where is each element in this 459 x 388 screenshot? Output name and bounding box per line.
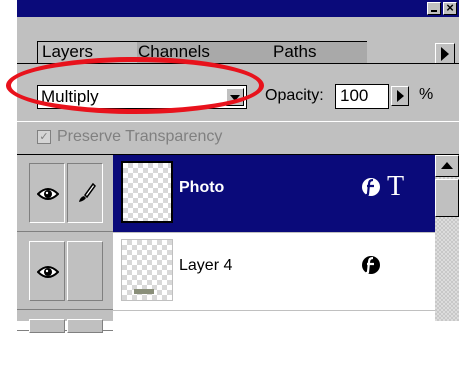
layer-row-photo[interactable]: Photo T xyxy=(17,155,435,232)
brush-toggle[interactable] xyxy=(67,241,103,301)
tab-paths[interactable]: Paths xyxy=(269,41,367,63)
opacity-percent-sign: % xyxy=(419,86,434,103)
thumbnail-content xyxy=(134,289,154,294)
minimize-icon[interactable] xyxy=(427,2,441,15)
highlight-ellipse xyxy=(6,57,264,114)
preserve-transparency-checkbox[interactable]: ✓ xyxy=(37,130,51,144)
layer-body-photo[interactable]: Photo T xyxy=(113,155,435,232)
palette-title-bar[interactable]: × xyxy=(17,0,459,17)
layer-list-scrollbar[interactable] xyxy=(435,155,459,321)
opacity-label: Opacity: xyxy=(265,87,324,104)
layer-thumbnail xyxy=(121,161,173,223)
scroll-up-arrow-icon[interactable] xyxy=(435,155,459,177)
paintbrush-icon xyxy=(79,182,96,202)
visibility-toggle[interactable] xyxy=(29,241,65,301)
layer-row-partial[interactable] xyxy=(17,311,435,388)
layers-palette: × Paths Channels Layers Multiply Opacity… xyxy=(0,0,459,388)
visibility-toggle[interactable] xyxy=(29,319,65,333)
layer-row-layer-4[interactable]: Layer 4 xyxy=(17,233,435,310)
layer-list: Photo T Layer 4 xyxy=(17,154,459,388)
layer-effects-icon[interactable] xyxy=(361,177,381,197)
panel-menu-arrow-icon[interactable] xyxy=(435,43,455,65)
layer-name: Layer 4 xyxy=(179,257,233,274)
eye-icon xyxy=(37,188,59,200)
eye-icon xyxy=(37,266,59,278)
layer-body-partial[interactable] xyxy=(113,311,435,388)
scroll-thumb[interactable] xyxy=(435,179,459,217)
text-layer-icon: T xyxy=(387,171,405,202)
visibility-toggle[interactable] xyxy=(29,163,65,223)
opacity-slider-arrow-icon[interactable] xyxy=(391,86,409,106)
preserve-transparency-label: Preserve Transparency xyxy=(57,128,223,145)
preserve-transparency-row: ✓ Preserve Transparency xyxy=(17,121,459,154)
brush-toggle[interactable] xyxy=(67,319,103,333)
brush-toggle[interactable] xyxy=(67,163,103,223)
layer-effects-icon[interactable] xyxy=(361,255,381,275)
close-icon[interactable]: × xyxy=(443,0,457,15)
palette-tabs: Paths Channels Layers xyxy=(17,17,459,65)
layer-name: Photo xyxy=(179,179,225,196)
layer-thumbnail xyxy=(121,239,173,301)
layer-body-layer-4[interactable]: Layer 4 xyxy=(113,233,435,310)
opacity-field[interactable]: 100 xyxy=(335,84,389,109)
